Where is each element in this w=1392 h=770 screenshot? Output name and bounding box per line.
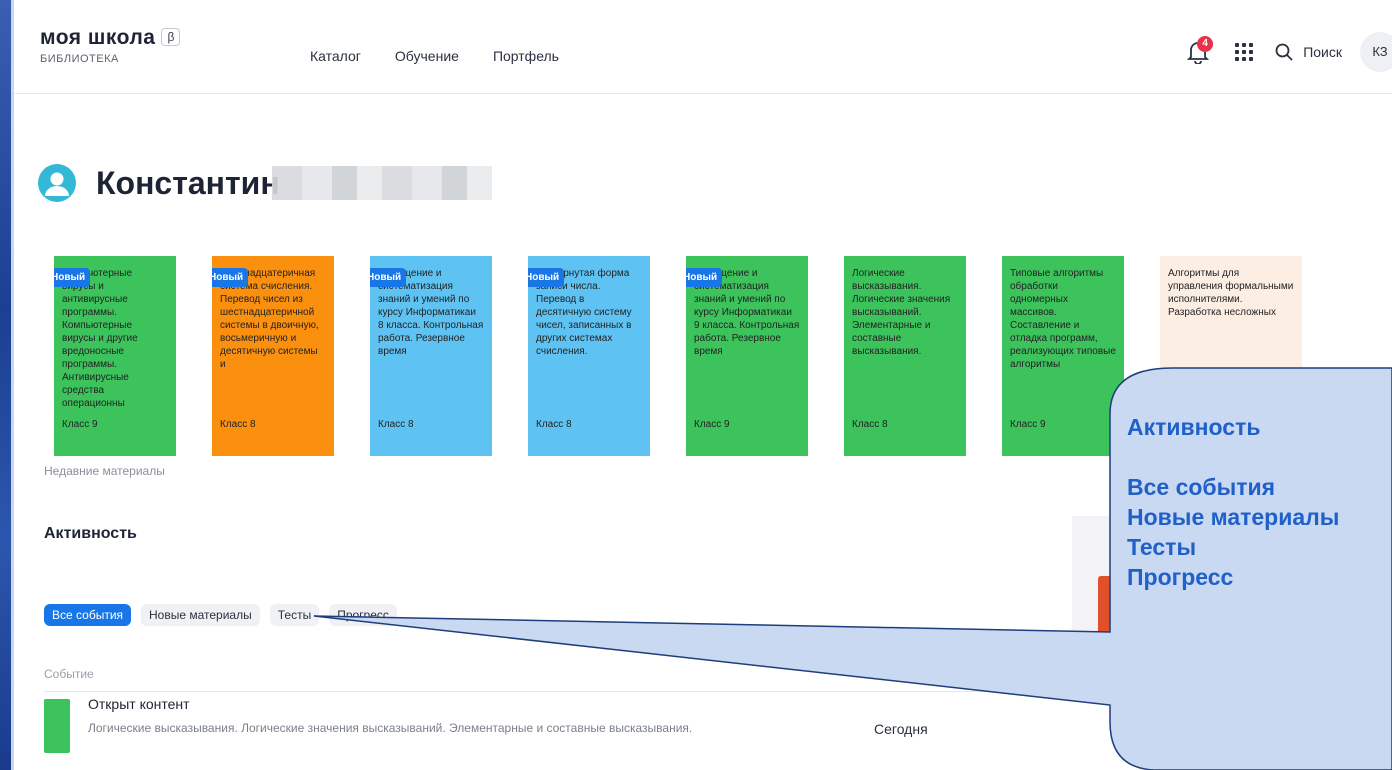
nav-portfolio[interactable]: Портфель [493,48,559,64]
beta-badge: β [161,28,181,46]
material-card[interactable]: Новый Шестнадцатеричная система счислени… [212,256,334,456]
event-date: Сегодня [874,721,928,737]
notification-count-badge: 4 [1197,36,1214,52]
new-badge: Новый [54,268,91,287]
event-description: Логические высказывания. Логические знач… [88,721,693,735]
card-text: Логические высказывания. Логические знач… [852,268,951,357]
new-badge: Новый [212,268,249,287]
search-button[interactable]: Поиск [1275,43,1342,61]
card-text: Алгоритмы для управления формальными исп… [1168,268,1294,318]
event-title[interactable]: Открыт контент [88,696,190,712]
slide-left-edge [0,0,14,770]
search-icon [1275,43,1293,61]
profile-name: Константин [96,164,280,201]
header-actions: 4 Поиск КЗ [1187,32,1392,72]
material-card[interactable]: Новый Обобщение и систематизация знаний … [370,256,492,456]
recent-materials-label: Недавние материалы [44,464,165,478]
new-badge: Новый [528,268,565,287]
card-class: Класс 9 [1010,419,1046,430]
new-badge: Новый [686,268,723,287]
tab-all-events[interactable]: Все события [44,604,132,626]
main-nav: Каталог Обучение Портфель [310,48,559,64]
user-avatar-icon [38,164,76,202]
tab-progress[interactable]: Прогресс [329,604,397,626]
notifications-button[interactable]: 4 [1187,36,1214,65]
new-badge: Новый [370,268,407,287]
apps-grid-icon[interactable] [1235,43,1254,61]
callout-item: Все события [1127,474,1276,500]
nav-catalog[interactable]: Каталог [310,48,361,64]
event-color-marker [44,699,70,753]
material-card[interactable]: Новый Развёрнутая форма записи числа. Пе… [528,256,650,456]
divider [44,691,1114,692]
activity-title: Активность [44,525,137,542]
logo-subtitle: БИБЛИОТЕКА [40,53,119,65]
tab-new-materials[interactable]: Новые материалы [141,604,260,626]
card-text: Компьютерные вирусы и антивирусные прогр… [62,268,138,409]
callout-item: Новые материалы [1127,504,1340,530]
user-avatar[interactable]: КЗ [1360,32,1392,72]
material-card[interactable]: Логические высказывания. Логические знач… [844,256,966,456]
card-class: Класс 8 [220,419,256,430]
redacted-surname [271,166,492,200]
side-widget [1072,516,1132,646]
material-card[interactable]: Типовые алгоритмы обработки одномерных м… [1002,256,1124,456]
callout-text: Активность Все события Новые материалы Т… [1127,412,1339,592]
callout-item: Прогресс [1127,564,1234,590]
card-text: Типовые алгоритмы обработки одномерных м… [1010,268,1116,370]
logo-title: моя школа [40,26,156,49]
event-column-header: Событие [44,667,94,681]
card-class: Класс 9 [694,419,730,430]
activity-tabs: Все события Новые материалы Тесты Прогре… [44,604,397,626]
material-card[interactable]: Новый Обобщение и систематизация знаний … [686,256,808,456]
logo[interactable]: моя школа β БИБЛИОТЕКА [40,26,181,65]
search-label: Поиск [1303,44,1342,60]
card-class: Класс 8 [536,419,572,430]
card-class: Класс 8 [378,419,414,430]
callout-item: Тесты [1127,534,1197,560]
app-window: моя школа β БИБЛИОТЕКА Каталог Обучение П… [14,0,1392,770]
nav-learning[interactable]: Обучение [395,48,459,64]
callout-heading: Активность [1127,414,1261,440]
card-class: Класс 8 [852,419,888,430]
material-card[interactable]: Новый Компьютерные вирусы и антивирусные… [54,256,176,456]
top-header: моя школа β БИБЛИОТЕКА Каталог Обучение П… [14,0,1392,94]
tab-tests[interactable]: Тесты [269,604,320,626]
profile-header: Константин [38,164,492,202]
card-class: Класс 9 [62,419,98,430]
